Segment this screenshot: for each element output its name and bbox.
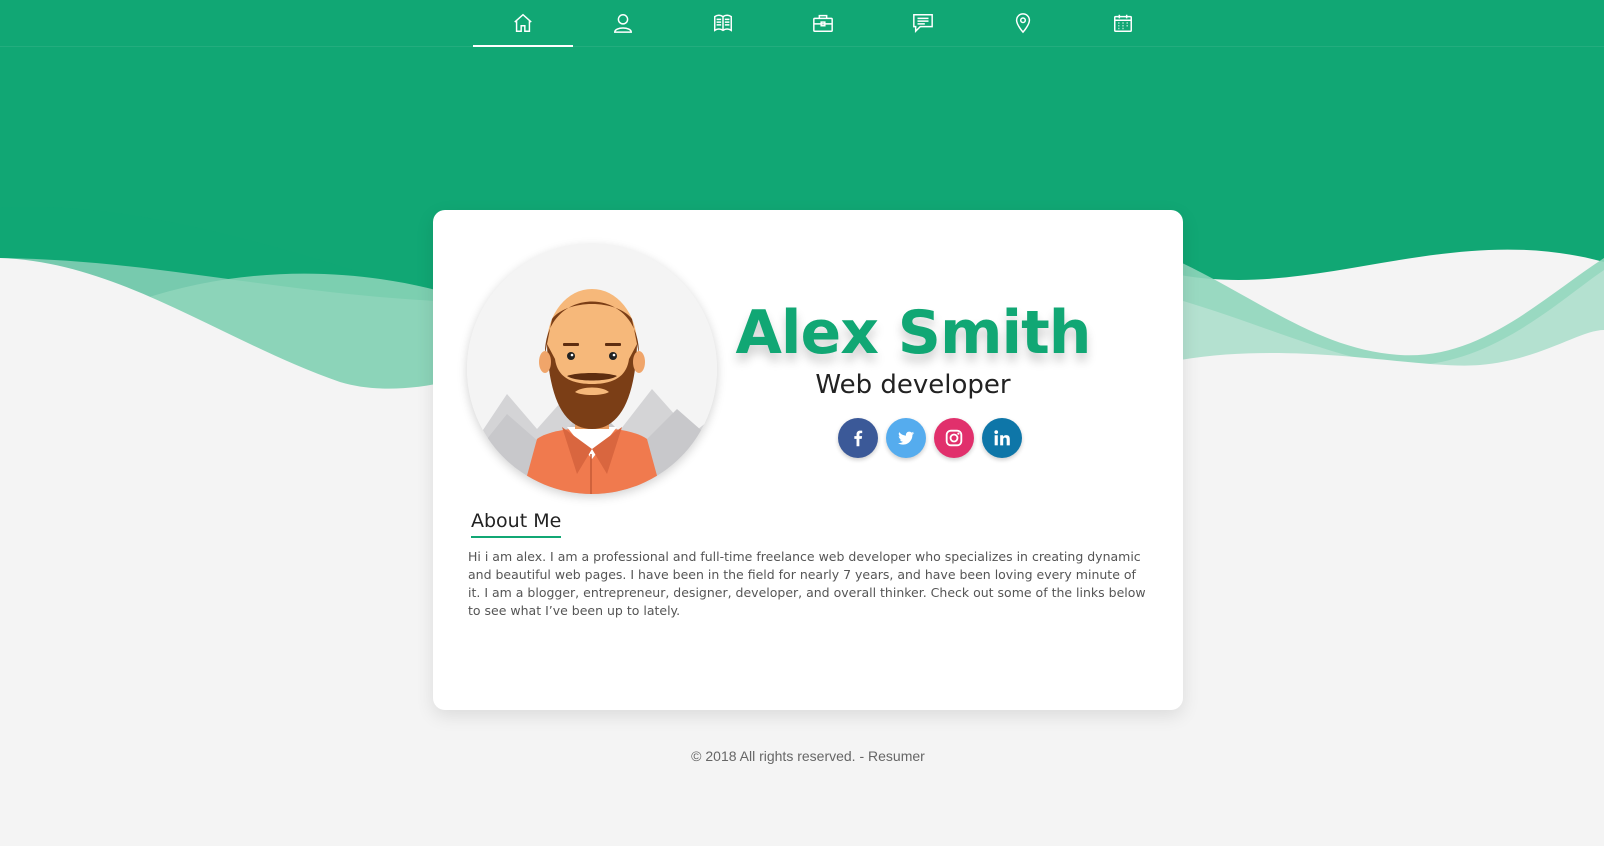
- home-icon: [514, 13, 532, 32]
- linkedin-link[interactable]: [982, 418, 1022, 458]
- nav-education-tab[interactable]: [673, 0, 773, 46]
- instagram-link[interactable]: [934, 418, 974, 458]
- profile-name: Alex Smith: [735, 298, 1092, 368]
- facebook-icon: [854, 430, 863, 447]
- twitter-icon: [898, 431, 915, 445]
- briefcase-icon: [813, 14, 833, 32]
- map-pin-icon: [1015, 13, 1031, 34]
- footer-copyright: © 2018 All rights reserved. - Resumer: [691, 748, 925, 764]
- facebook-link[interactable]: [838, 418, 878, 458]
- nav-experience-tab[interactable]: [773, 0, 873, 46]
- user-icon: [614, 14, 632, 33]
- avatar-illustration: [467, 244, 717, 494]
- about-heading: About Me: [471, 510, 562, 538]
- nav-about-tab[interactable]: [573, 0, 673, 46]
- social-links: [838, 418, 1022, 458]
- instagram-icon: [945, 429, 963, 447]
- calendar-icon: [1114, 14, 1132, 32]
- chat-icon: [913, 14, 933, 34]
- nav-calendar-tab[interactable]: [1073, 0, 1173, 46]
- about-paragraph: Hi i am alex. I am a professional and fu…: [468, 549, 1146, 618]
- book-icon: [714, 14, 732, 32]
- profile-role: Web developer: [815, 370, 1011, 400]
- twitter-link[interactable]: [886, 418, 926, 458]
- nav-contact-tab[interactable]: [973, 0, 1073, 46]
- avatar: [467, 244, 717, 494]
- top-navigation: [0, 0, 1604, 47]
- profile-card: Alex Smith Web developer About Me Hi i a…: [433, 210, 1183, 710]
- nav-home-tab[interactable]: [473, 0, 573, 47]
- linkedin-icon: [994, 430, 1010, 446]
- nav-testimonials-tab[interactable]: [873, 0, 973, 46]
